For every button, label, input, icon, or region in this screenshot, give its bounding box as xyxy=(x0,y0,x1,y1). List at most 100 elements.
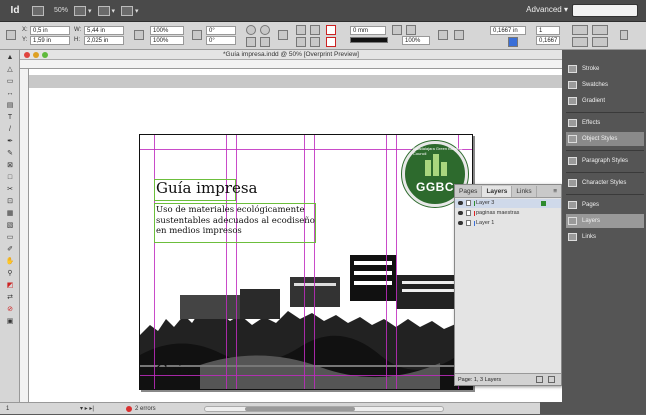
gap-tool-icon[interactable]: ↔ xyxy=(3,89,17,98)
arrange-documents-button[interactable]: ▾ xyxy=(121,4,139,18)
stroke-swatch-icon[interactable] xyxy=(326,37,336,47)
trash-icon[interactable] xyxy=(548,376,555,383)
page-navigation[interactable]: ▾ ▸ ▸| xyxy=(80,403,94,415)
opacity-field[interactable]: 100% xyxy=(402,36,430,45)
frame-fitting-icon[interactable] xyxy=(454,30,464,40)
dock-item-stroke[interactable]: Stroke xyxy=(566,62,644,76)
columns-icon[interactable] xyxy=(508,37,518,47)
dock-item-effects[interactable]: Effects xyxy=(566,116,644,130)
lock-icon[interactable] xyxy=(466,210,471,216)
tab-layers[interactable]: Layers xyxy=(482,186,513,197)
align-center-icon[interactable] xyxy=(592,25,608,35)
dock-item-gradient[interactable]: Gradient xyxy=(566,94,644,108)
rectangle-tool-icon[interactable]: □ xyxy=(3,173,17,182)
panel-menu-icon[interactable]: ≡ xyxy=(549,186,561,197)
dock-item-links[interactable]: Links xyxy=(566,230,644,244)
rectangle-frame-tool-icon[interactable]: ⊠ xyxy=(3,161,17,170)
selection-indicator-icon[interactable] xyxy=(541,201,546,206)
bridge-button[interactable] xyxy=(32,4,44,18)
tab-links[interactable]: Links xyxy=(512,186,537,197)
columns-field[interactable]: 1 xyxy=(536,26,560,35)
shear-field[interactable]: 0° xyxy=(206,36,236,45)
drop-shadow-icon[interactable] xyxy=(392,25,402,35)
page-tool-icon[interactable]: ▭ xyxy=(3,77,17,86)
dock-item-pages[interactable]: Pages xyxy=(566,198,644,212)
maximize-button[interactable] xyxy=(42,52,48,58)
height-field[interactable]: 2,025 in xyxy=(84,36,124,45)
minimize-button[interactable] xyxy=(33,52,39,58)
constrain-proportions-icon[interactable] xyxy=(134,30,144,40)
layer-row[interactable]: Layer 1 xyxy=(455,219,561,228)
layer-row[interactable]: Layer 3 xyxy=(455,199,561,208)
inset-field[interactable]: 0,1667 in xyxy=(490,26,526,35)
view-options-button[interactable]: ▾ xyxy=(74,4,92,18)
zoom-level[interactable]: 50% xyxy=(54,7,68,14)
pencil-tool-icon[interactable]: ✎ xyxy=(3,149,17,158)
fx-icon[interactable] xyxy=(406,25,416,35)
reference-point-icon[interactable] xyxy=(6,30,16,40)
y-field[interactable]: 1,59 in xyxy=(30,36,70,45)
lightning-icon[interactable] xyxy=(620,30,628,40)
stroke-type-icon[interactable] xyxy=(350,37,388,43)
workspace-switcher[interactable]: Advanced ▾ xyxy=(526,5,568,14)
fill-swatch-icon[interactable] xyxy=(326,25,336,35)
line-tool-icon[interactable]: / xyxy=(3,125,17,134)
scale-lock-icon[interactable] xyxy=(192,30,202,40)
stroke-weight-field[interactable]: 0 mm xyxy=(350,26,386,35)
select-content-icon[interactable] xyxy=(296,37,306,47)
text-wrap-icon[interactable] xyxy=(438,30,448,40)
eye-icon[interactable] xyxy=(458,211,463,215)
vertical-ruler[interactable] xyxy=(20,69,29,402)
horizontal-ruler[interactable] xyxy=(20,60,562,69)
screen-mode-button[interactable]: ▾ xyxy=(97,4,115,18)
rotate-cw-icon[interactable] xyxy=(246,25,256,35)
gradient-feather-tool-icon[interactable]: ▧ xyxy=(3,221,17,230)
selection-tool-icon[interactable]: ▲ xyxy=(3,53,17,62)
scissors-tool-icon[interactable]: ✂ xyxy=(3,185,17,194)
note-tool-icon[interactable]: ▭ xyxy=(3,233,17,242)
screen-mode-icon[interactable]: ▣ xyxy=(3,317,17,326)
swap-fill-stroke-icon[interactable]: ⇄ xyxy=(3,293,17,302)
content-collector-icon[interactable]: ▤ xyxy=(3,101,17,110)
scale-y-field[interactable]: 100% xyxy=(150,36,184,45)
rotate-ccw-icon[interactable] xyxy=(260,25,270,35)
select-next-icon[interactable] xyxy=(310,25,320,35)
align-top-icon[interactable] xyxy=(572,25,588,35)
eye-icon[interactable] xyxy=(458,221,463,225)
apply-none-icon[interactable]: ⊘ xyxy=(3,305,17,314)
flip-horizontal-icon[interactable] xyxy=(246,37,256,47)
document-page[interactable]: Guía impresa Uso de materiales ecológica… xyxy=(139,134,473,390)
scrollbar-thumb[interactable] xyxy=(245,407,355,411)
hand-tool-icon[interactable]: ✋ xyxy=(3,257,17,266)
flip-vertical-icon[interactable] xyxy=(260,37,270,47)
select-parent-icon[interactable] xyxy=(310,37,320,47)
lock-icon[interactable] xyxy=(466,220,471,226)
dock-item-character-styles[interactable]: Character Styles xyxy=(566,176,644,190)
lock-icon[interactable] xyxy=(466,200,471,206)
fill-stroke-icon[interactable]: ◩ xyxy=(3,281,17,290)
justify-icon[interactable] xyxy=(592,37,608,47)
close-button[interactable] xyxy=(24,52,30,58)
preflight-status[interactable]: 2 errors xyxy=(135,403,156,415)
zoom-tool-icon[interactable]: ⚲ xyxy=(3,269,17,278)
dock-item-layers[interactable]: Layers xyxy=(566,214,644,228)
gutter-field[interactable]: 0,1667 xyxy=(536,36,560,45)
x-field[interactable]: 0,5 in xyxy=(30,26,70,35)
align-bottom-icon[interactable] xyxy=(572,37,588,47)
dock-item-object-styles[interactable]: Object Styles xyxy=(566,132,644,146)
layer-row[interactable]: paginas maestras xyxy=(455,209,561,218)
page-field[interactable]: 1 xyxy=(6,403,9,415)
free-transform-tool-icon[interactable]: ⊡ xyxy=(3,197,17,206)
direct-selection-tool-icon[interactable]: △ xyxy=(3,65,17,74)
search-input[interactable] xyxy=(572,4,638,17)
type-tool-icon[interactable]: T xyxy=(3,113,17,122)
eyedropper-tool-icon[interactable]: ✐ xyxy=(3,245,17,254)
new-layer-icon[interactable] xyxy=(536,376,543,383)
dock-item-swatches[interactable]: Swatches xyxy=(566,78,644,92)
select-container-icon[interactable] xyxy=(278,30,288,40)
gradient-swatch-tool-icon[interactable]: ▦ xyxy=(3,209,17,218)
tab-pages[interactable]: Pages xyxy=(455,186,483,197)
select-previous-icon[interactable] xyxy=(296,25,306,35)
eye-icon[interactable] xyxy=(458,201,463,205)
rotate-field[interactable]: 0° xyxy=(206,26,236,35)
